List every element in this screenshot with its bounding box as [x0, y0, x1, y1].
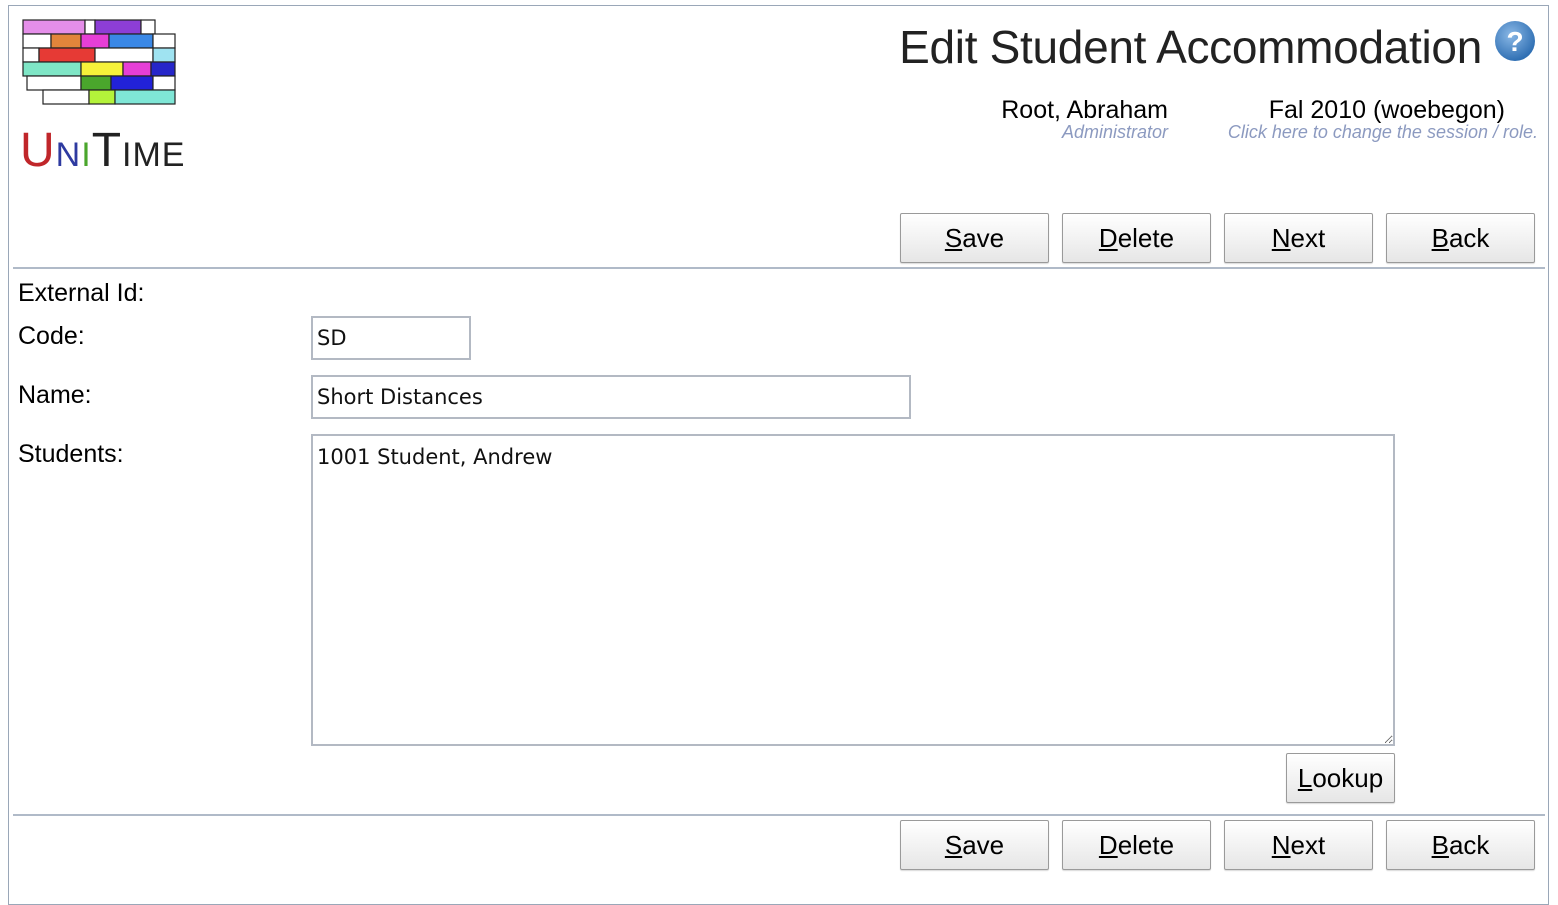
page-title: Edit Student Accommodation: [899, 21, 1482, 73]
back-button-bottom[interactable]: Back: [1386, 820, 1535, 870]
next-button-bottom[interactable]: Next: [1224, 820, 1373, 870]
user-role[interactable]: Administrator: [1062, 122, 1168, 143]
delete-button-bottom[interactable]: Delete: [1062, 820, 1211, 870]
external-id-label: External Id:: [18, 279, 145, 307]
delete-button-top[interactable]: Delete: [1062, 213, 1211, 263]
unitime-logo-text: UNITIME: [20, 124, 186, 177]
help-question-icon[interactable]: ?: [1494, 20, 1536, 62]
save-button-top[interactable]: Save: [900, 213, 1049, 263]
session-name[interactable]: Fal 2010 (woebegon): [1269, 96, 1505, 125]
header-divider: [13, 267, 1545, 269]
students-textarea[interactable]: 1001 Student, Andrew: [311, 434, 1395, 746]
svg-text:?: ?: [1506, 26, 1523, 57]
name-label: Name:: [18, 381, 92, 409]
unitime-logo-grid: [22, 19, 176, 105]
session-change-hint[interactable]: Click here to change the session / role.: [1228, 122, 1538, 143]
footer-divider: [13, 814, 1545, 816]
code-label: Code:: [18, 322, 85, 350]
user-name[interactable]: Root, Abraham: [1001, 96, 1168, 125]
back-button-top[interactable]: Back: [1386, 213, 1535, 263]
save-button-bottom[interactable]: Save: [900, 820, 1049, 870]
next-button-top[interactable]: Next: [1224, 213, 1373, 263]
name-input[interactable]: [311, 375, 911, 419]
code-input[interactable]: [311, 316, 471, 360]
students-label: Students:: [18, 440, 124, 468]
lookup-button[interactable]: Lookup: [1286, 753, 1395, 803]
